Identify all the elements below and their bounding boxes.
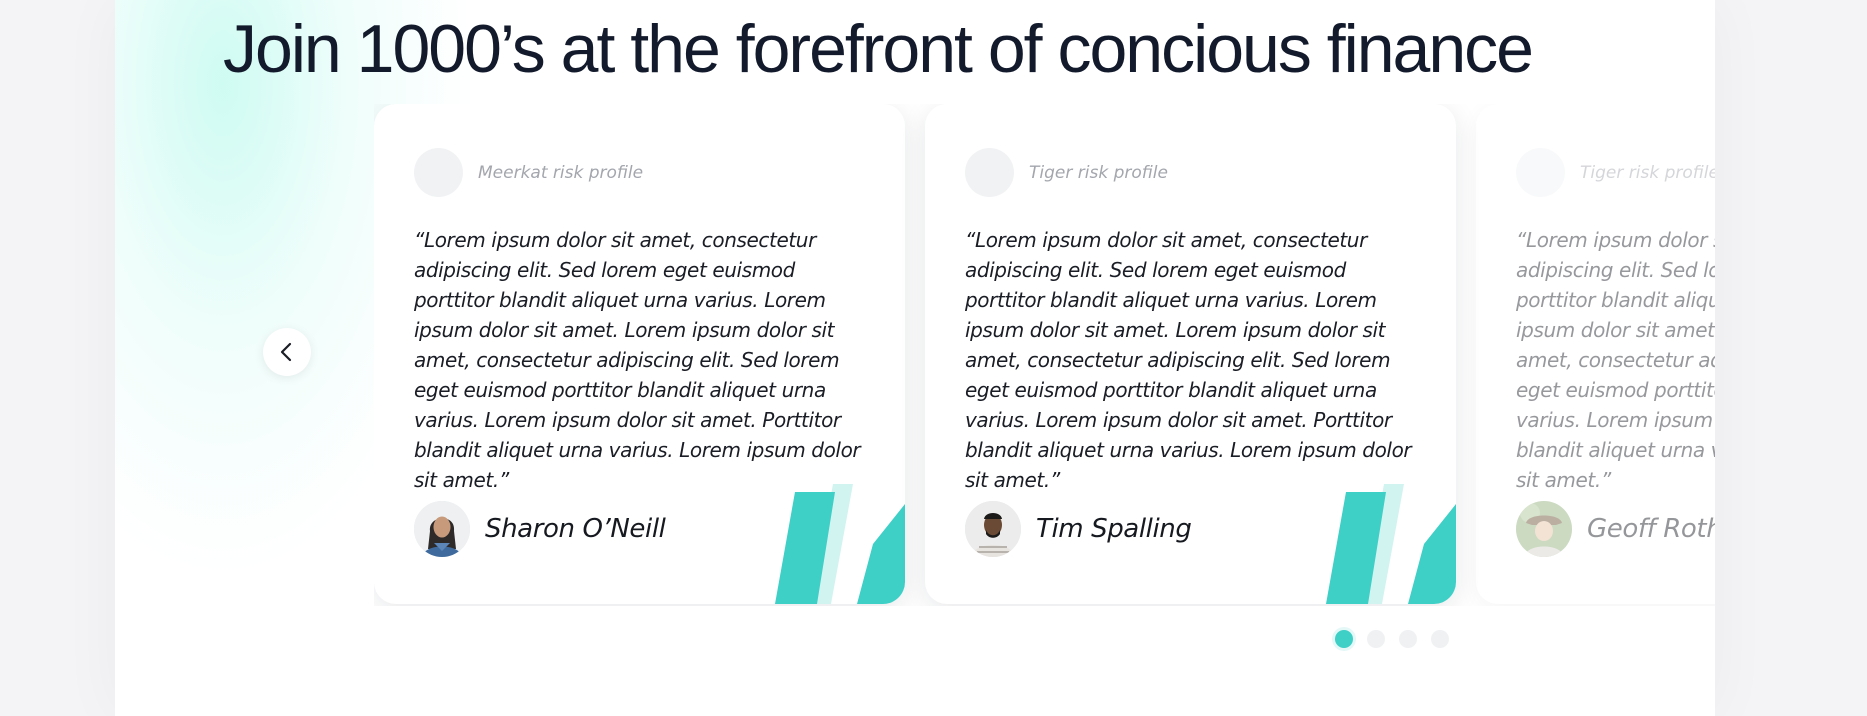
testimonial-quote: “Lorem ipsum dolor sit amet, consectetur… xyxy=(965,228,1412,492)
risk-profile: Tiger risk profile xyxy=(965,148,1168,197)
carousel-pagination xyxy=(1335,630,1449,648)
testimonial-card: Tiger risk profile “Lorem ipsum dolor si… xyxy=(1476,104,1715,604)
testimonial-quote: “Lorem ipsum dolor sit amet, consectetur… xyxy=(1516,228,1715,492)
testimonial-carousel: Meerkat risk profile “Lorem ipsum dolor … xyxy=(374,104,1715,606)
carousel-prev-button[interactable] xyxy=(263,328,311,376)
pagination-dot-1[interactable] xyxy=(1335,630,1353,648)
testimonial-author: Geoff Rothe xyxy=(1516,501,1715,557)
chevron-left-icon xyxy=(280,342,292,362)
pagination-dot-4[interactable] xyxy=(1431,630,1449,648)
accent-stripes xyxy=(775,484,905,604)
risk-profile-icon xyxy=(965,148,1014,197)
avatar xyxy=(414,501,470,557)
section-headline: Join 1000’s at the forefront of concious… xyxy=(223,11,1534,87)
risk-profile: Tiger risk profile xyxy=(1516,148,1715,197)
author-name: Sharon O’Neill xyxy=(485,514,666,544)
avatar xyxy=(965,501,1021,557)
risk-profile: Meerkat risk profile xyxy=(414,148,643,197)
testimonials-section: Join 1000’s at the forefront of concious… xyxy=(115,0,1715,716)
testimonial-quote: “Lorem ipsum dolor sit amet, consectetur… xyxy=(414,228,861,492)
pagination-dot-2[interactable] xyxy=(1367,630,1385,648)
avatar xyxy=(1516,501,1572,557)
testimonial-author: Sharon O’Neill xyxy=(414,501,666,557)
author-name: Geoff Rothe xyxy=(1587,514,1715,544)
accent-stripes xyxy=(1326,484,1456,604)
risk-profile-icon xyxy=(414,148,463,197)
testimonial-card: Tiger risk profile “Lorem ipsum dolor si… xyxy=(925,104,1456,604)
risk-profile-label: Tiger risk profile xyxy=(1580,162,1715,183)
testimonial-author: Tim Spalling xyxy=(965,501,1192,557)
risk-profile-icon xyxy=(1516,148,1565,197)
risk-profile-label: Meerkat risk profile xyxy=(478,162,644,183)
author-name: Tim Spalling xyxy=(1036,514,1192,544)
carousel-track: Meerkat risk profile “Lorem ipsum dolor … xyxy=(374,104,1715,604)
testimonial-card: Meerkat risk profile “Lorem ipsum dolor … xyxy=(374,104,905,604)
pagination-dot-3[interactable] xyxy=(1399,630,1417,648)
risk-profile-label: Tiger risk profile xyxy=(1029,162,1168,183)
